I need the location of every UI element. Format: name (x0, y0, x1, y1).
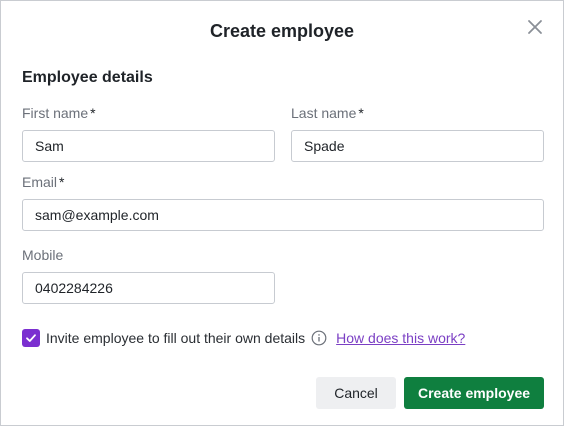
required-marker: * (358, 105, 364, 121)
create-employee-dialog: Create employee Employee details First n… (0, 0, 564, 426)
mobile-input[interactable] (22, 272, 275, 304)
mobile-label: Mobile (22, 247, 63, 263)
dialog-title: Create employee (209, 21, 355, 41)
cancel-button[interactable]: Cancel (316, 377, 396, 409)
required-marker: * (90, 105, 96, 121)
info-icon[interactable] (311, 330, 327, 346)
close-icon (528, 20, 542, 34)
last-name-label: Last name * (291, 105, 364, 121)
close-button[interactable] (525, 17, 545, 37)
email-label-text: Email (22, 174, 58, 190)
how-does-this-work-link[interactable]: How does this work? (336, 330, 465, 346)
invite-row: Invite employee to fill out their own de… (22, 329, 465, 347)
invite-checkbox[interactable] (22, 329, 40, 347)
email-label: Email * (22, 174, 64, 190)
create-employee-button[interactable]: Create employee (404, 377, 544, 409)
last-name-input[interactable] (291, 130, 544, 162)
mobile-label-text: Mobile (22, 247, 64, 263)
last-name-label-text: Last name (291, 105, 357, 121)
required-marker: * (59, 174, 65, 190)
email-input[interactable] (22, 199, 544, 231)
first-name-label-text: First name (22, 105, 89, 121)
first-name-label: First name * (22, 105, 96, 121)
check-icon (26, 334, 36, 342)
first-name-input[interactable] (22, 130, 275, 162)
invite-label[interactable]: Invite employee to fill out their own de… (46, 330, 305, 346)
section-title: Employee details (22, 69, 153, 86)
